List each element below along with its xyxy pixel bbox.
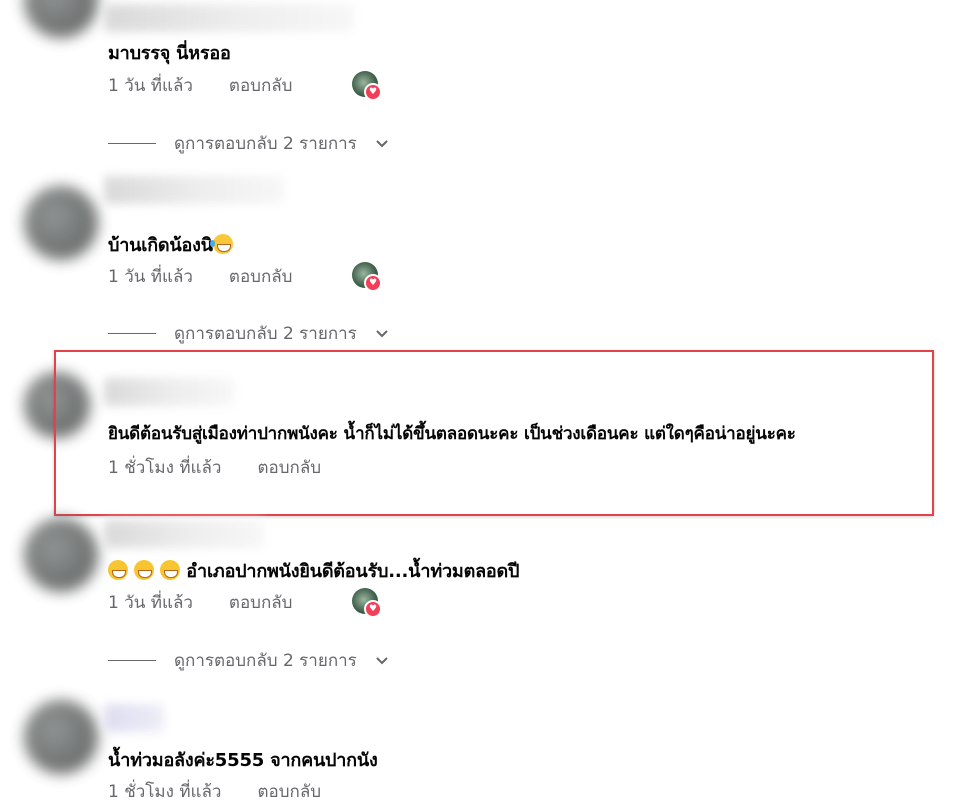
comment-meta: 1 ชั่วโมง ที่แล้ว ตอบกลับ xyxy=(108,778,321,805)
reply-button[interactable]: ตอบกลับ xyxy=(229,72,293,99)
comment-time[interactable]: 1 ชั่วโมง ที่แล้ว xyxy=(108,778,221,805)
chevron-down-icon xyxy=(376,139,388,147)
reply-thread-line xyxy=(108,143,156,144)
comment-text: บ้านเกิดน้องนิ xyxy=(108,230,233,259)
reply-thread-line xyxy=(108,333,156,334)
view-replies-button[interactable]: ดูการตอบกลับ 2 รายการ xyxy=(108,647,389,674)
commenter-name-blurred[interactable] xyxy=(104,704,164,732)
heart-reaction-icon: ♥ xyxy=(364,600,382,618)
comment-text-content: บ้านเกิดน้องนิ xyxy=(108,235,213,256)
view-replies-button[interactable]: ดูการตอบกลับ 2 รายการ xyxy=(108,320,389,347)
reply-button[interactable]: ตอบกลับ xyxy=(257,778,321,805)
comment-meta: 1 วัน ที่แล้ว ตอบกลับ xyxy=(108,589,292,616)
comment-text: น้ำท่วมอลังค่ะ5555 จากคนปากนัง xyxy=(108,750,378,771)
comment-time[interactable]: 1 วัน ที่แล้ว xyxy=(108,263,193,290)
avatar[interactable] xyxy=(24,186,98,260)
comment-meta: 1 วัน ที่แล้ว ตอบกลับ xyxy=(108,263,292,290)
chevron-down-icon xyxy=(376,329,388,337)
comment-meta: 1 วัน ที่แล้ว ตอบกลับ xyxy=(108,72,292,99)
reply-thread-line xyxy=(108,660,156,661)
chevron-down-icon xyxy=(376,656,388,664)
grinning-emoji xyxy=(108,560,128,580)
avatar[interactable] xyxy=(24,700,98,774)
comment-text-content: อำเภอปากพนังยินดีต้อนรับ...น้ำท่วมตลอดปี xyxy=(186,561,520,582)
comment-time[interactable]: 1 วัน ที่แล้ว xyxy=(108,72,193,99)
reply-button[interactable]: ตอบกลับ xyxy=(229,589,293,616)
reactor-avatar[interactable]: ♥ xyxy=(352,588,382,618)
avatar[interactable] xyxy=(24,518,98,592)
view-replies-label: ดูการตอบกลับ 2 รายการ xyxy=(174,651,357,671)
view-replies-button[interactable]: ดูการตอบกลับ 2 รายการ xyxy=(108,130,389,157)
heart-reaction-icon: ♥ xyxy=(364,83,382,101)
commenter-name-blurred[interactable] xyxy=(104,4,354,32)
comment-time[interactable]: 1 วัน ที่แล้ว xyxy=(108,589,193,616)
comment-text: มาบรรจุ นี่หรออ xyxy=(108,43,231,64)
comment-text: อำเภอปากพนังยินดีต้อนรับ...น้ำท่วมตลอดปี xyxy=(108,556,519,585)
reply-button[interactable]: ตอบกลับ xyxy=(229,263,293,290)
view-replies-label: ดูการตอบกลับ 2 รายการ xyxy=(174,134,357,154)
reactor-avatar[interactable]: ♥ xyxy=(352,262,382,292)
grinning-emoji xyxy=(160,560,181,580)
heart-reaction-icon: ♥ xyxy=(364,274,382,292)
highlight-box xyxy=(54,350,934,516)
laughing-tears-emoji xyxy=(209,234,233,254)
commenter-name-blurred[interactable] xyxy=(104,520,264,548)
reactor-avatar[interactable]: ♥ xyxy=(352,71,382,101)
view-replies-label: ดูการตอบกลับ 2 รายการ xyxy=(174,324,357,344)
grinning-emoji xyxy=(134,560,155,580)
avatar[interactable] xyxy=(24,0,98,38)
commenter-name-blurred[interactable] xyxy=(104,176,284,204)
